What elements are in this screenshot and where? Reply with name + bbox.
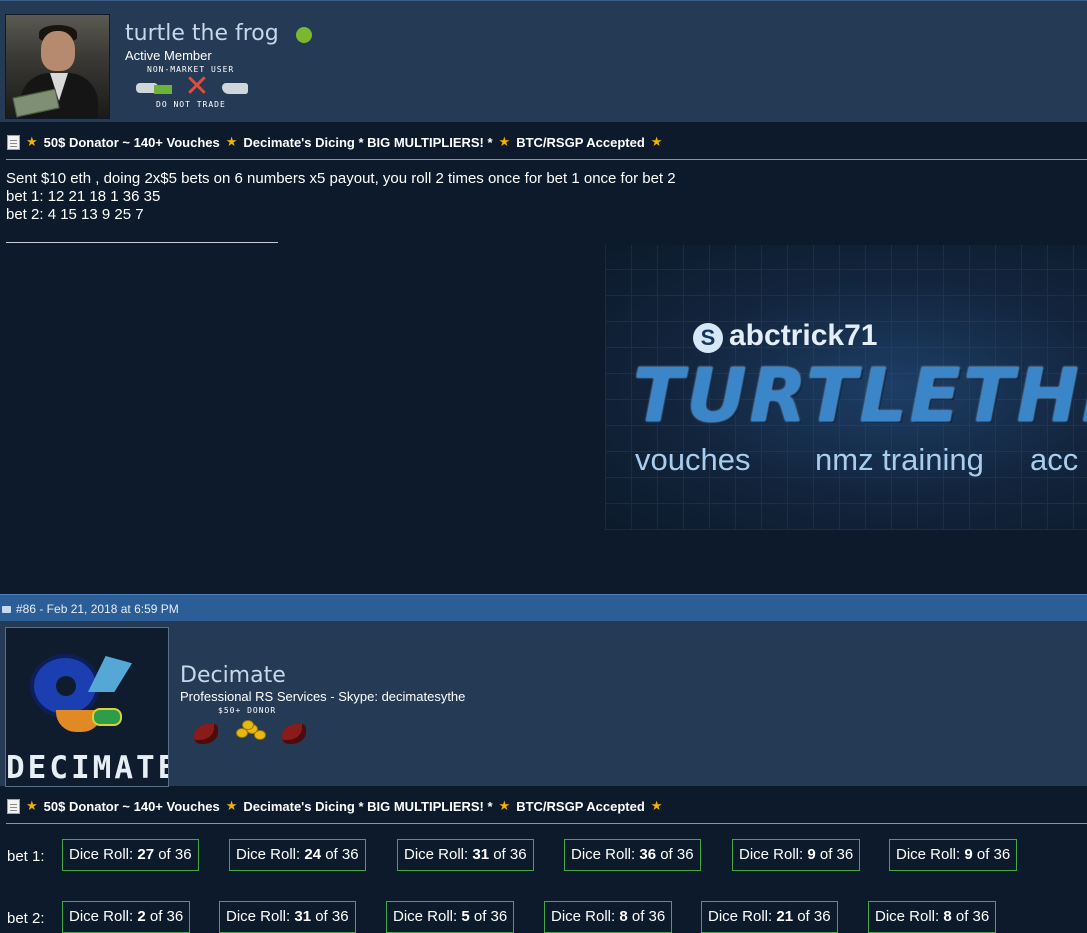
post-header: #86 - Feb 21, 2018 at 6:59 PM: [0, 594, 1087, 621]
dice-value: 2: [137, 908, 146, 925]
dice-roll-box: Dice Roll: 9 of 36: [889, 839, 1018, 871]
dice-value: 31: [472, 846, 490, 863]
dice-roll-box: Dice Roll: 31 of 36: [397, 839, 534, 871]
star-icon: ★: [225, 134, 238, 149]
hand-icon: [222, 79, 250, 101]
red-x-icon: ✕: [184, 70, 210, 103]
page-icon: [7, 134, 20, 150]
coins-icon: [234, 718, 268, 744]
divider: [6, 159, 1087, 160]
dice-value: 8: [619, 908, 628, 925]
banner-word: acc: [1030, 442, 1079, 477]
star-icon: ★: [26, 798, 38, 813]
page-icon: [7, 798, 20, 814]
dice-roll-box: Dice Roll: 9 of 36: [732, 839, 861, 871]
signature: ★ 50$ Donator ~ 140+ Vouches ★ Decimate'…: [0, 124, 1087, 160]
star-icon: ★: [498, 798, 511, 813]
signature-donator: 50$ Donator ~ 140+ Vouches: [43, 798, 220, 814]
username-link[interactable]: turtle the frog: [125, 21, 279, 46]
claw-icon: [278, 720, 312, 748]
bet-label: bet 1:: [7, 848, 45, 865]
banner-word: nmz training: [815, 442, 984, 477]
dice-roll-box: Dice Roll: 24 of 36: [229, 839, 366, 871]
dice-roll-box: Dice Roll: 5 of 36: [386, 901, 515, 933]
dice-row-bet-2: bet 2: Dice Roll: 2 of 36 Dice Roll: 31 …: [0, 901, 1087, 933]
dice-value: 21: [776, 908, 794, 925]
post-permalink[interactable]: #86 - Feb 21, 2018 at 6:59 PM: [16, 602, 179, 616]
badge-caption-top: $50+ DONOR: [218, 706, 277, 715]
post-line: bet 2: 4 15 13 9 25 7: [6, 206, 144, 223]
avatar[interactable]: [5, 14, 110, 119]
dice-value: 9: [964, 846, 973, 863]
star-icon: ★: [650, 798, 663, 813]
star-icon: ★: [650, 134, 663, 149]
star-icon: ★: [498, 134, 511, 149]
signature-dicing-link[interactable]: Decimate's Dicing * BIG MULTIPLIERS! *: [243, 135, 492, 150]
dice-roll-box: Dice Roll: 21 of 36: [701, 901, 838, 933]
dice-value: 27: [137, 846, 155, 863]
post-message: Sent $10 eth , doing 2x$5 bets on 6 numb…: [6, 170, 676, 224]
star-icon: ★: [225, 798, 238, 813]
post-line: bet 1: 12 21 18 1 36 35: [6, 188, 161, 205]
banner-title: TURTLETHEF: [633, 353, 1087, 439]
bet-label: bet 2:: [7, 910, 45, 927]
post-line: Sent $10 eth , doing 2x$5 bets on 6 numb…: [6, 170, 676, 187]
avatar-text: DECIMATE: [6, 750, 169, 786]
divider: [6, 823, 1087, 824]
dice-value: 24: [304, 846, 322, 863]
star-icon: ★: [26, 134, 38, 149]
dice-roll-box: Dice Roll: 31 of 36: [219, 901, 356, 933]
signature-donator: 50$ Donator ~ 140+ Vouches: [43, 134, 220, 150]
dice-roll-box: Dice Roll: 8 of 36: [868, 901, 997, 933]
signature-accepted: BTC/RSGP Accepted: [516, 134, 645, 150]
claw-icon: [190, 720, 224, 748]
dice-value: 36: [639, 846, 657, 863]
badge-caption-bottom: DO NOT TRADE: [156, 100, 226, 109]
signature-separator: [6, 242, 278, 243]
post-icon: [2, 606, 11, 613]
banner-skype-name: abctrick71: [729, 319, 878, 352]
banner-word: vouches: [635, 442, 751, 477]
dice-roll-box: Dice Roll: 2 of 36: [62, 901, 191, 933]
dice-value: 9: [807, 846, 816, 863]
dice-row-bet-1: bet 1: Dice Roll: 27 of 36 Dice Roll: 24…: [0, 839, 1087, 871]
user-info-bar: turtle the frog Active Member NON-MARKET…: [0, 0, 1087, 122]
online-status-icon: [296, 27, 312, 43]
dice-roll-box: Dice Roll: 36 of 36: [564, 839, 701, 871]
avatar[interactable]: DECIMATE: [5, 627, 169, 787]
dice-roll-box: Dice Roll: 27 of 36: [62, 839, 199, 871]
user-title: Active Member: [125, 48, 212, 63]
signature-dicing-link[interactable]: Decimate's Dicing * BIG MULTIPLIERS! *: [243, 799, 492, 814]
handshake-icon: [136, 77, 174, 99]
dice-value: 5: [461, 908, 470, 925]
username-link[interactable]: Decimate: [180, 663, 286, 688]
signature-banner-image: S abctrick71 TURTLETHEF vouches nmz trai…: [605, 245, 1087, 530]
signature-accepted: BTC/RSGP Accepted: [516, 798, 645, 814]
dice-value: 31: [294, 908, 312, 925]
skype-icon: S: [693, 323, 723, 353]
signature: ★ 50$ Donator ~ 140+ Vouches ★ Decimate'…: [0, 788, 1087, 824]
dice-roll-box: Dice Roll: 8 of 36: [544, 901, 673, 933]
dice-value: 8: [943, 908, 952, 925]
user-title: Professional RS Services - Skype: decima…: [180, 689, 466, 704]
